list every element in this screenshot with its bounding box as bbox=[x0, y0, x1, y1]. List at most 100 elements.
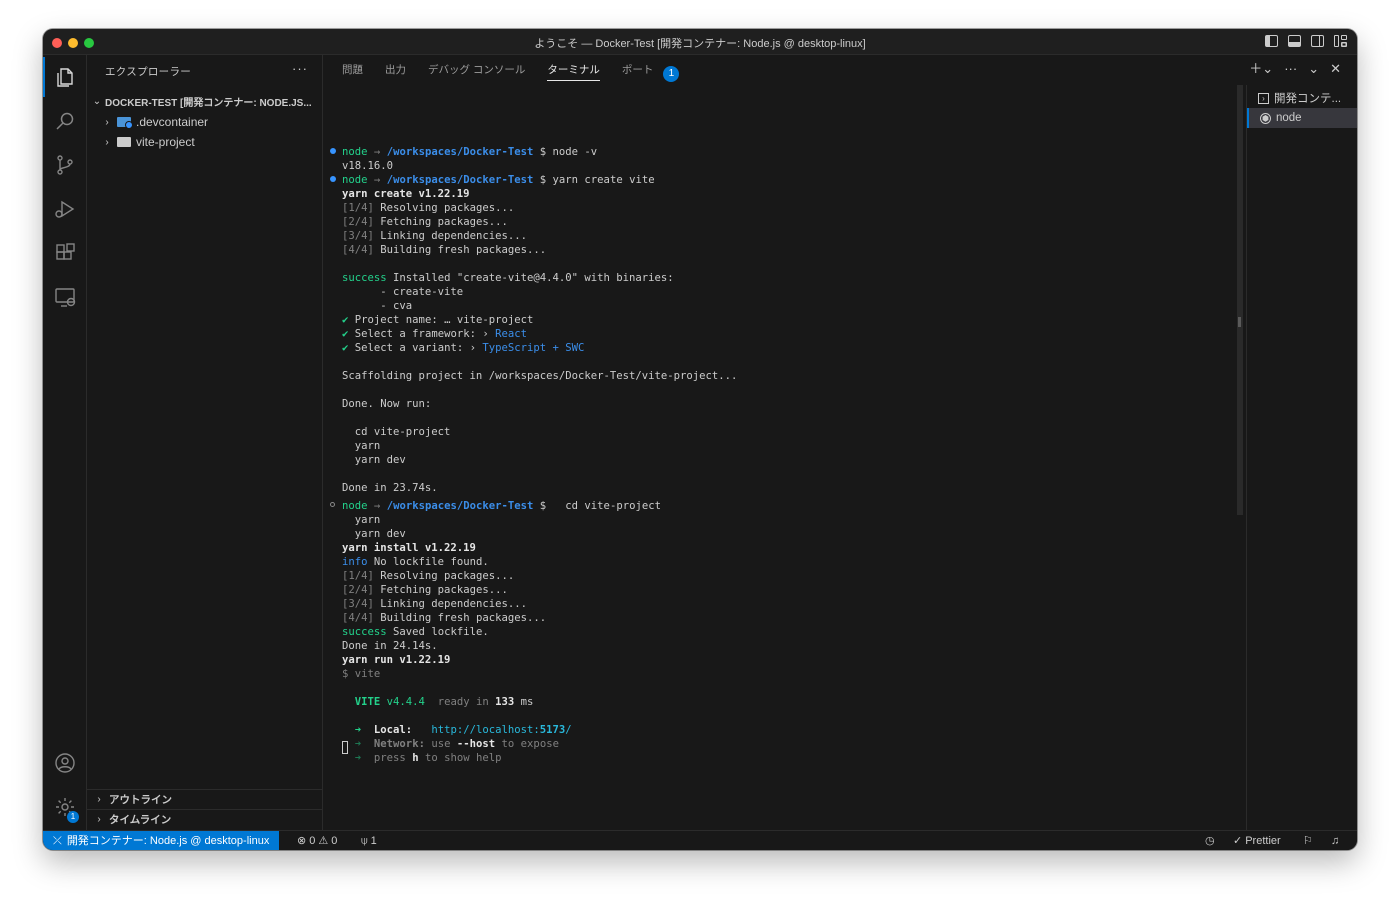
more-actions-icon[interactable]: ··· bbox=[1284, 62, 1297, 76]
command-success-dot bbox=[330, 148, 336, 154]
terminal-line: Done. Now run: bbox=[342, 398, 432, 410]
activity-bar: 1 bbox=[43, 55, 87, 830]
terminal-cursor bbox=[342, 741, 348, 754]
tab-output[interactable]: 出力 bbox=[385, 55, 406, 85]
status-bar: ⤫ 開発コンテナー: Node.js @ desktop-linux ⊗ 0 ⚠… bbox=[43, 830, 1357, 850]
warning-count: 0 bbox=[331, 835, 338, 847]
devcontainer-folder-icon bbox=[117, 117, 133, 129]
toggle-secondary-sidebar-icon[interactable] bbox=[1311, 35, 1324, 47]
timeline-section[interactable]: › タイムライン bbox=[87, 809, 322, 829]
chevron-right-icon: › bbox=[105, 116, 109, 128]
source-control-icon[interactable] bbox=[43, 145, 87, 185]
remote-icon: ⤫ bbox=[53, 835, 62, 847]
terminal-line: success Saved lockfile. bbox=[342, 626, 489, 638]
prettier-label: Prettier bbox=[1245, 835, 1281, 847]
terminal-line: Done in 24.14s. bbox=[342, 640, 438, 652]
extensions-icon[interactable] bbox=[43, 233, 87, 273]
explorer-more-icon[interactable]: ··· bbox=[292, 61, 308, 76]
notifications-bell-icon[interactable]: ♫ bbox=[1331, 831, 1339, 850]
error-icon: ⊗ bbox=[297, 835, 307, 847]
terminal-line: cd vite-project bbox=[342, 426, 451, 438]
terminal-line: info No lockfile found. bbox=[342, 556, 489, 568]
explorer-sidebar: エクスプローラー ··· ⌄ DOCKER-TEST [開発コンテナー: NOD… bbox=[87, 55, 323, 830]
terminal-line: ✔ Select a variant: › TypeScript + SWC bbox=[342, 342, 585, 354]
terminal-line: [2/4] Fetching packages... bbox=[342, 584, 508, 596]
error-count: 0 bbox=[309, 835, 316, 847]
terminal-line: v18.16.0 bbox=[342, 160, 394, 172]
tab-debug-console[interactable]: デバッグ コンソール bbox=[428, 55, 525, 85]
terminal-line: ➜ Network: use --host to expose bbox=[354, 738, 559, 750]
dev-container-terminal-icon: › bbox=[1258, 92, 1269, 104]
problems-status[interactable]: ⊗ 0 ⚠ 0 bbox=[297, 831, 337, 850]
terminal-line: ✔ Select a framework: › React bbox=[342, 328, 527, 340]
tree-item-label: vite-project bbox=[136, 135, 195, 149]
terminal-line: ✔ Project name: … vite-project bbox=[342, 314, 534, 326]
chevron-right-icon: › bbox=[97, 794, 101, 805]
remote-indicator[interactable]: ⤫ 開発コンテナー: Node.js @ desktop-linux bbox=[43, 831, 280, 850]
terminal-line: node → /workspaces/Docker-Test $ node -v bbox=[342, 146, 598, 158]
terminal-line: $ vite bbox=[342, 668, 381, 680]
outline-section[interactable]: › アウトライン bbox=[87, 789, 322, 809]
remote-label: 開発コンテナー: Node.js @ desktop-linux bbox=[66, 835, 270, 847]
timeline-label: タイムライン bbox=[109, 814, 172, 826]
check-double-icon: ✓ bbox=[1233, 835, 1243, 847]
close-panel-icon[interactable]: ✕ bbox=[1330, 62, 1341, 76]
folder-icon bbox=[117, 137, 131, 147]
terminal-line: yarn install v1.22.19 bbox=[342, 542, 476, 554]
panel: 問題 出力 デバッグ コンソール ターミナル ポート 1 ＋⌄ ··· ⌄ ✕ … bbox=[323, 55, 1357, 830]
terminal-line: VITE v4.4.4 ready in 133 ms bbox=[354, 696, 534, 708]
terminal-line: [3/4] Linking dependencies... bbox=[342, 230, 527, 242]
new-terminal-icon[interactable]: ＋⌄ bbox=[1249, 62, 1273, 76]
terminal-line: ➜ Local: http://localhost:5173/ bbox=[354, 724, 572, 736]
prettier-status[interactable]: ✓ Prettier bbox=[1233, 831, 1281, 850]
terminal-list-item-dev-container[interactable]: › 開発コンテ... bbox=[1247, 88, 1357, 108]
workspace-name: DOCKER-TEST [開発コンテナー: NODE.JS... bbox=[105, 97, 312, 109]
customize-layout-icon[interactable] bbox=[1334, 35, 1347, 47]
terminal-line: Done in 23.74s. bbox=[342, 482, 438, 494]
tab-problems[interactable]: 問題 bbox=[342, 55, 363, 85]
accounts-icon[interactable] bbox=[43, 743, 87, 783]
manage-gear-icon[interactable]: 1 bbox=[43, 787, 87, 827]
feedback-icon[interactable]: ⚐ bbox=[1303, 831, 1313, 850]
terminal-line: yarn run v1.22.19 bbox=[342, 654, 451, 666]
chevron-right-icon: › bbox=[105, 136, 109, 148]
terminal-line: [3/4] Linking dependencies... bbox=[342, 598, 527, 610]
layout-controls bbox=[1265, 35, 1347, 47]
terminal-line: [1/4] Resolving packages... bbox=[342, 202, 515, 214]
search-icon[interactable] bbox=[43, 101, 87, 141]
tree-item-vite-project[interactable]: › vite-project bbox=[101, 132, 195, 152]
terminal-line: ➜ press h to show help bbox=[354, 752, 502, 764]
workspace-root[interactable]: ⌄ DOCKER-TEST [開発コンテナー: NODE.JS... bbox=[91, 91, 321, 111]
tab-ports[interactable]: ポート bbox=[622, 55, 654, 85]
ports-count-badge: 1 bbox=[663, 65, 680, 82]
vscode-window: ようこそ — Docker-Test [開発コンテナー: Node.js @ d… bbox=[43, 29, 1357, 850]
terminal-line: - create-vite bbox=[342, 286, 464, 298]
terminal-list-label: 開発コンテ... bbox=[1274, 93, 1342, 105]
tab-terminal[interactable]: ターミナル bbox=[547, 55, 600, 85]
history-icon[interactable]: ◷ bbox=[1205, 831, 1215, 850]
terminal-line: node → /workspaces/Docker-Test $ cd vite… bbox=[342, 500, 661, 512]
terminal-line: - cva bbox=[342, 300, 413, 312]
node-icon: ⬢ bbox=[1260, 112, 1271, 124]
toggle-panel-icon[interactable] bbox=[1288, 35, 1301, 47]
terminal-line: [4/4] Building fresh packages... bbox=[342, 244, 547, 256]
explorer-icon[interactable] bbox=[43, 57, 87, 97]
terminal-output[interactable]: node → /workspaces/Docker-Test $ node -v… bbox=[323, 85, 1239, 830]
terminal-line: yarn dev bbox=[342, 454, 406, 466]
terminal-scrollbar[interactable] bbox=[1237, 85, 1243, 515]
terminal-list: › 開発コンテ... ⬢ node bbox=[1246, 85, 1357, 830]
remote-explorer-icon[interactable] bbox=[43, 277, 87, 317]
panel-actions: ＋⌄ ··· ⌄ ✕ bbox=[1249, 62, 1341, 76]
title-bar: ようこそ — Docker-Test [開発コンテナー: Node.js @ d… bbox=[43, 29, 1357, 55]
chevron-right-icon: › bbox=[97, 814, 101, 825]
scrollbar-marker bbox=[1238, 317, 1241, 327]
chevron-down-icon[interactable]: ⌄ bbox=[1308, 62, 1319, 76]
toggle-primary-sidebar-icon[interactable] bbox=[1265, 35, 1278, 47]
terminal-list-item-node[interactable]: ⬢ node bbox=[1247, 108, 1357, 128]
ports-status[interactable]: ⍦ 1 bbox=[361, 831, 377, 850]
run-debug-icon[interactable] bbox=[43, 189, 87, 229]
terminal-list-label: node bbox=[1276, 112, 1302, 124]
warning-icon: ⚠ bbox=[318, 835, 329, 847]
tree-item-devcontainer[interactable]: › .devcontainer bbox=[101, 112, 208, 132]
broadcast-icon: ⍦ bbox=[361, 835, 368, 847]
